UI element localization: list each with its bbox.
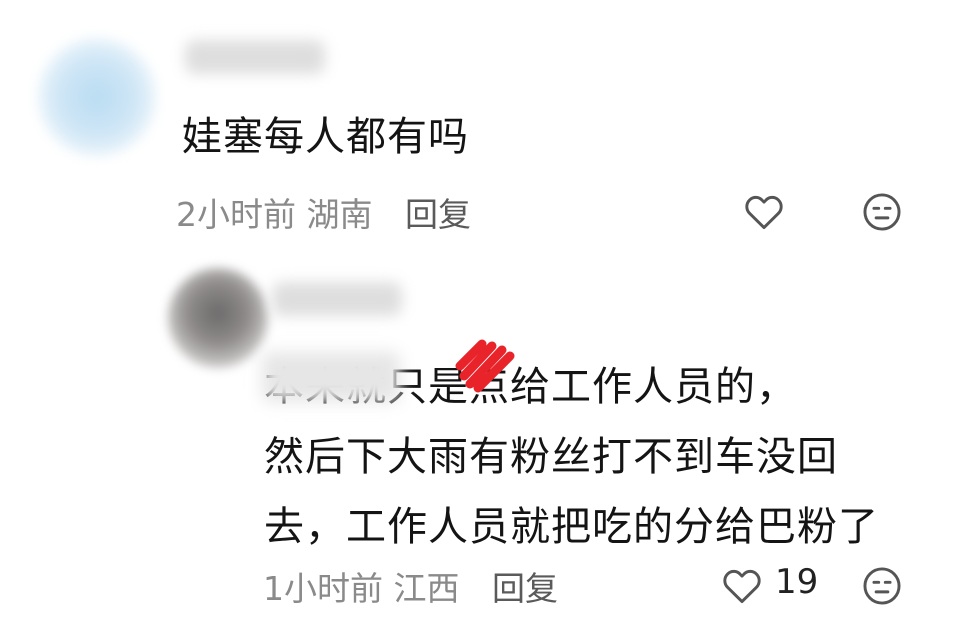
- comment-text: 娃塞每人都有吗: [182, 114, 469, 160]
- reply-button[interactable]: 回复: [492, 569, 558, 608]
- comment-time: 2小时前: [176, 195, 296, 234]
- mention-blur: [262, 352, 400, 402]
- avatar[interactable]: [38, 38, 156, 156]
- like-count: 19: [775, 562, 819, 602]
- reply-button[interactable]: 回复: [405, 195, 471, 234]
- neutral-face-icon[interactable]: [860, 564, 904, 608]
- avatar[interactable]: [168, 268, 268, 368]
- comment-text-line: 然后下大雨有粉丝打不到车没回: [264, 434, 838, 480]
- comment-location: 江西: [393, 569, 460, 608]
- redaction-scribble-icon: [455, 339, 515, 393]
- heart-outline-icon[interactable]: [742, 190, 786, 234]
- comment-text-line: 去，工作人员就把吃的分给巴粉了: [264, 504, 879, 550]
- neutral-face-icon[interactable]: [860, 190, 904, 234]
- comment-time: 1小时前: [263, 569, 383, 608]
- username-blurred[interactable]: [272, 282, 402, 316]
- comment-meta: 2小时前 湖南 回复: [176, 188, 471, 236]
- comment-location: 湖南: [306, 195, 373, 234]
- heart-outline-icon[interactable]: [720, 564, 764, 608]
- username-blurred[interactable]: [185, 40, 325, 74]
- comment-meta: 1小时前 江西 回复: [263, 562, 558, 610]
